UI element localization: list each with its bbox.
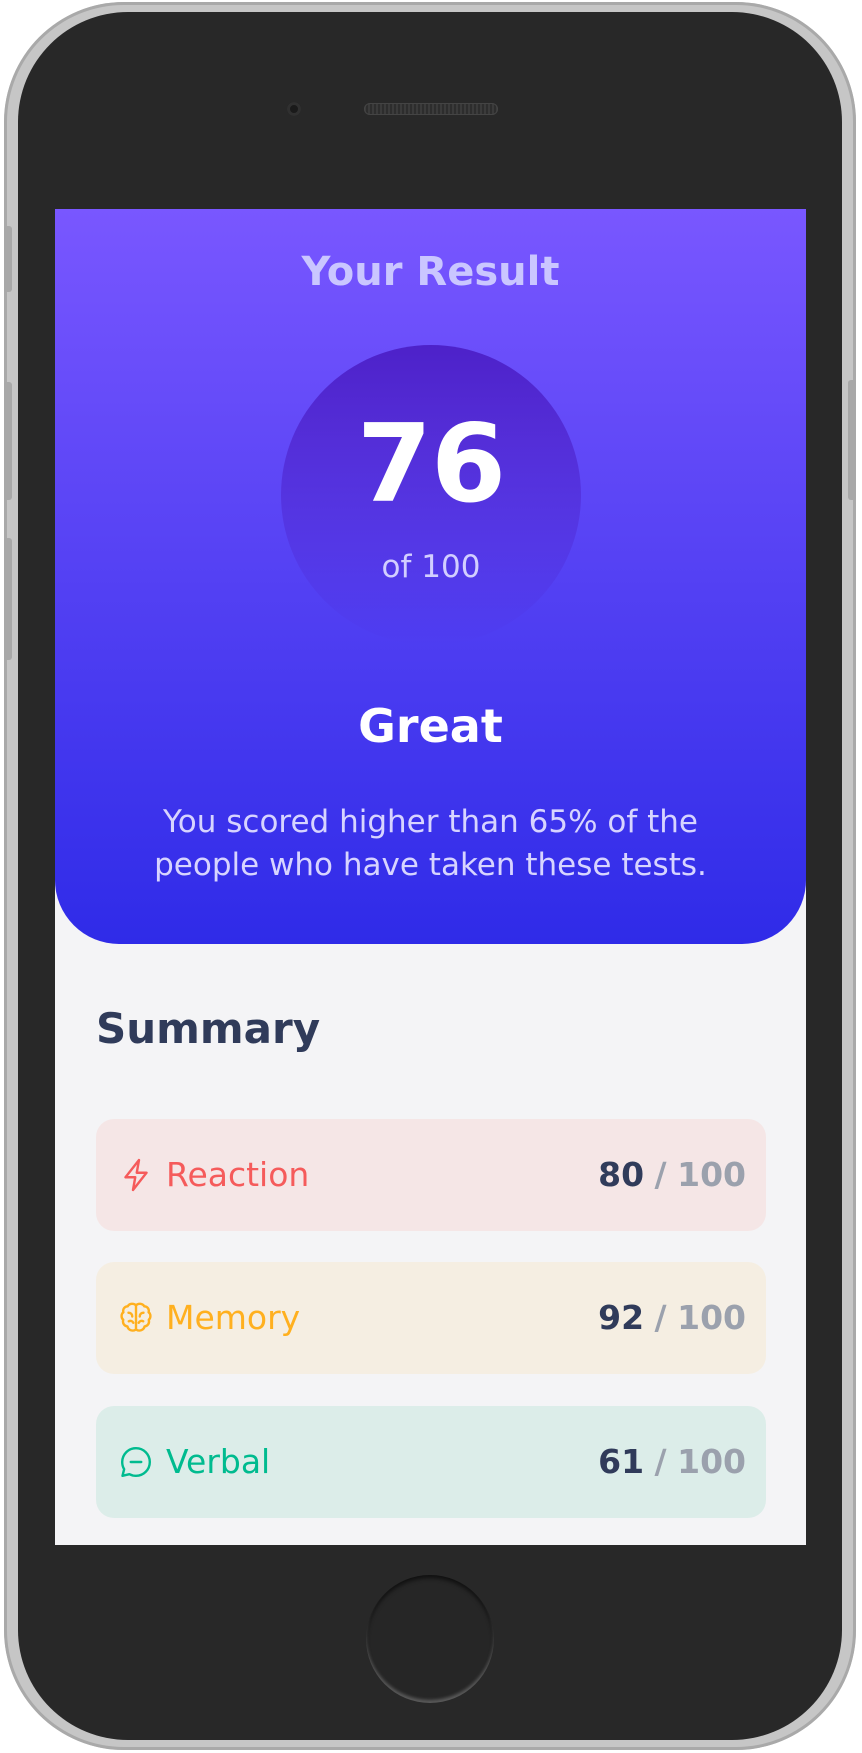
- score-separator: /: [654, 1155, 667, 1194]
- summary-item-verbal: Verbal 61 / 100: [96, 1406, 766, 1518]
- rating-label: Great: [358, 699, 503, 753]
- home-button[interactable]: [366, 1575, 494, 1703]
- mute-switch: [4, 226, 12, 292]
- power-button: [848, 380, 856, 500]
- score-separator: /: [654, 1298, 667, 1337]
- summary-item-memory: Memory 92 / 100: [96, 1262, 766, 1374]
- summary-item-label: Verbal: [166, 1442, 271, 1481]
- score-value: 61: [598, 1442, 645, 1481]
- summary-item-reaction: Reaction 80 / 100: [96, 1119, 766, 1231]
- summary-item-score: 80 / 100: [598, 1153, 746, 1197]
- score-max: of 100: [381, 549, 481, 585]
- summary-item-label: Reaction: [166, 1155, 310, 1194]
- score-max: 100: [677, 1298, 746, 1337]
- score-value: 92: [598, 1298, 645, 1337]
- result-title: Your Result: [301, 249, 560, 295]
- chat-bubble-icon: [118, 1444, 154, 1480]
- summary-item-label: Memory: [166, 1298, 301, 1337]
- summary-item-score: 92 / 100: [598, 1296, 746, 1340]
- score-value: 76: [356, 402, 506, 527]
- score-max: 100: [677, 1155, 746, 1194]
- result-description: You scored higher than 65% of the people…: [154, 804, 707, 883]
- lightning-icon: [118, 1157, 154, 1193]
- volume-up-button: [4, 382, 12, 500]
- front-camera: [287, 102, 301, 116]
- score-circle: 76 of 100: [281, 345, 581, 645]
- score-value: 80: [598, 1155, 645, 1194]
- summary-title: Summary: [96, 1004, 321, 1053]
- score-max: 100: [677, 1442, 746, 1481]
- brain-icon: [118, 1300, 154, 1336]
- earpiece-speaker: [364, 103, 498, 115]
- volume-down-button: [4, 538, 12, 660]
- app-screen: Your Result 76 of 100 Great You scored h…: [55, 209, 806, 1545]
- result-card: Your Result 76 of 100 Great You scored h…: [55, 209, 806, 944]
- score-separator: /: [654, 1442, 667, 1481]
- summary-item-score: 61 / 100: [598, 1440, 746, 1484]
